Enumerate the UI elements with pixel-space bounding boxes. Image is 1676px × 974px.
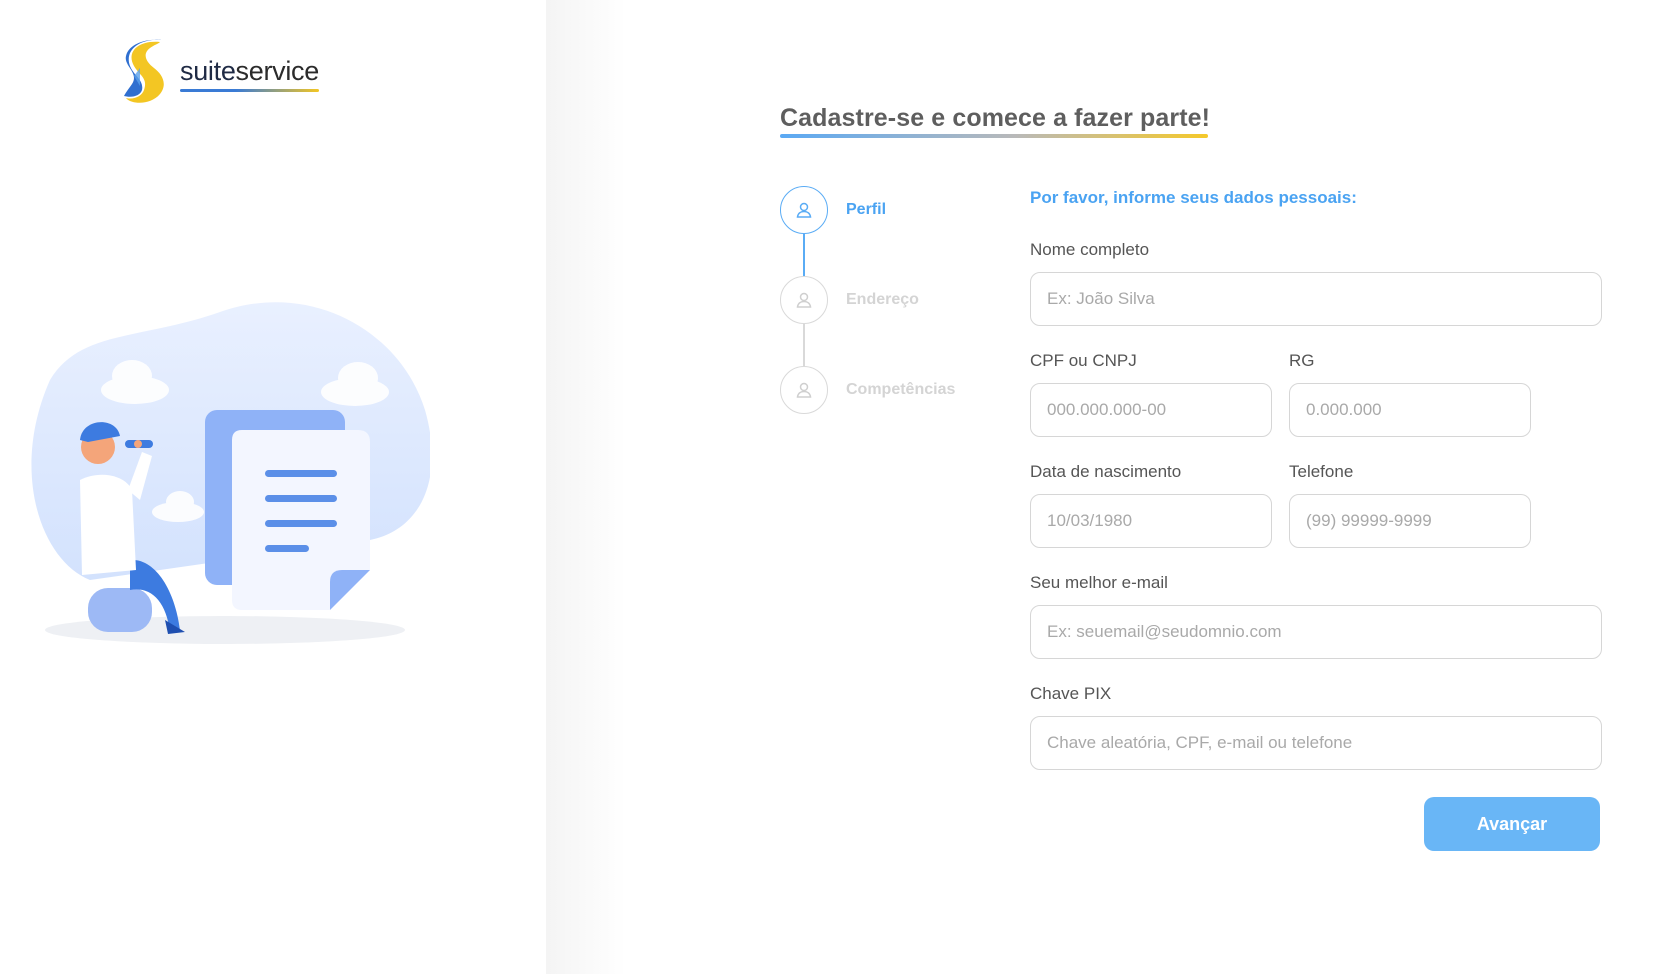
step-label: Competências — [846, 381, 956, 398]
page-title: Cadastre-se e comece a fazer parte! — [780, 104, 1211, 132]
label-telefone: Telefone — [1289, 462, 1354, 481]
label-rg: RG — [1289, 351, 1315, 370]
step-endereco[interactable]: Endereço — [780, 276, 919, 324]
step-connector — [803, 324, 805, 366]
step-circle — [780, 276, 828, 324]
step-competencias[interactable]: Competências — [780, 366, 955, 414]
step-circle — [780, 186, 828, 234]
logo: suiteservice — [120, 38, 319, 104]
left-panel: suiteservice — [0, 0, 546, 974]
step-label: Perfil — [846, 201, 887, 218]
form-intro: Por favor, informe seus dados pessoais: — [1030, 188, 1357, 207]
panel-divider-shadow — [546, 0, 626, 974]
personal-data-form: Por favor, informe seus dados pessoais: … — [1030, 188, 1602, 770]
step-connector — [803, 234, 805, 276]
step-label: Endereço — [846, 291, 919, 308]
pix-input[interactable] — [1030, 716, 1602, 770]
email-input[interactable] — [1030, 605, 1602, 659]
brand-underline — [180, 88, 319, 92]
user-icon — [796, 382, 812, 398]
birthdate-input[interactable] — [1030, 494, 1272, 548]
label-pix: Chave PIX — [1030, 684, 1112, 703]
cpf-input[interactable] — [1030, 383, 1272, 437]
brand-name-part1: suite — [180, 55, 236, 86]
nome-input[interactable] — [1030, 272, 1602, 326]
phone-input[interactable] — [1289, 494, 1531, 548]
step-perfil[interactable]: Perfil — [780, 186, 886, 234]
brand-name: suiteservice — [180, 55, 320, 92]
user-icon — [796, 292, 812, 308]
registration-illustration — [31, 302, 430, 644]
step-circle — [780, 366, 828, 414]
rg-input[interactable] — [1289, 383, 1531, 437]
user-icon — [796, 202, 812, 218]
label-cpf: CPF ou CNPJ — [1030, 351, 1137, 370]
suiteservice-logo-icon — [124, 39, 164, 103]
label-nome: Nome completo — [1030, 240, 1150, 259]
brand-name-part2: service — [235, 55, 320, 86]
label-email: Seu melhor e-mail — [1030, 573, 1168, 592]
next-button[interactable]: Avançar — [1424, 797, 1600, 851]
title-underline — [780, 134, 1208, 138]
label-nascimento: Data de nascimento — [1030, 462, 1182, 481]
